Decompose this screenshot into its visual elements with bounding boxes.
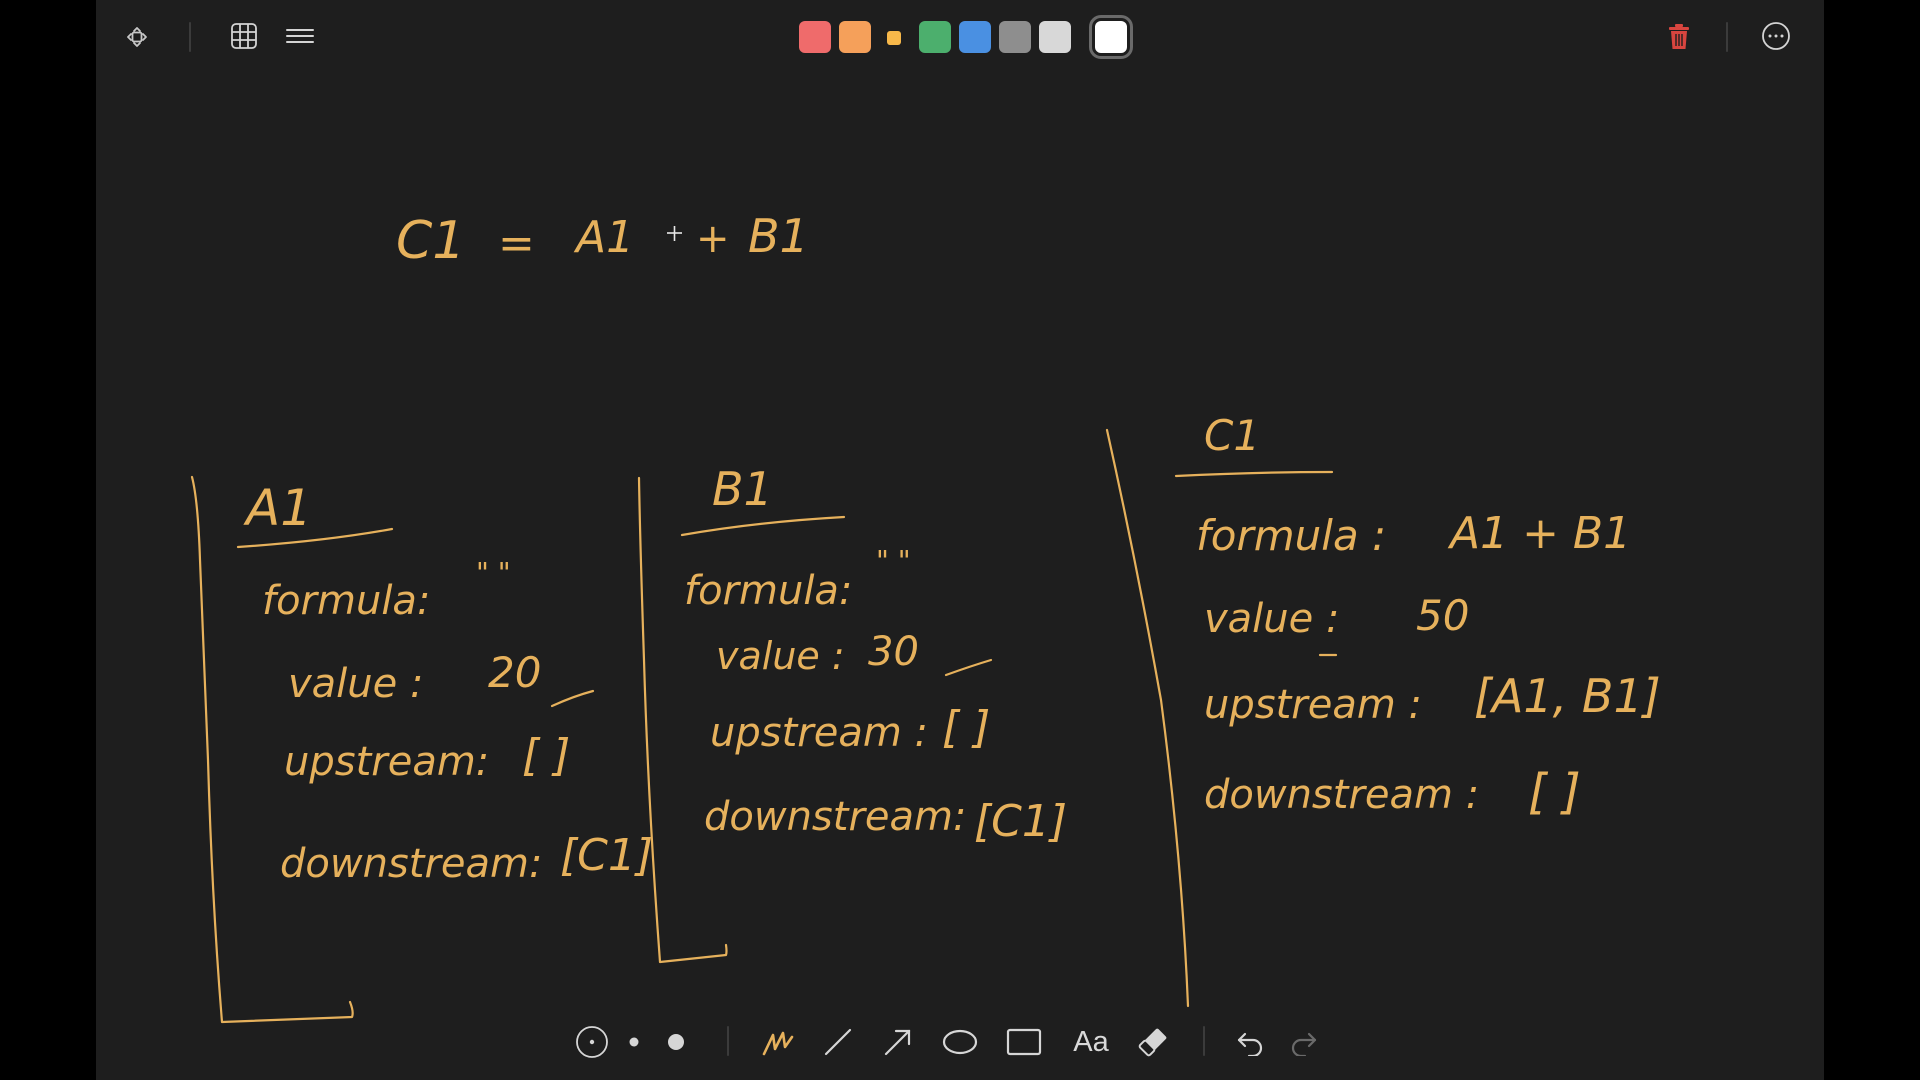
cell-c1-formula-label: formula : — [1196, 511, 1386, 560]
cell-b1-downstream: [C1] — [974, 796, 1067, 847]
cell-b1-underline — [680, 515, 846, 537]
cell-b1-upstream: [ ] — [942, 702, 990, 753]
rectangle-icon — [1006, 1028, 1042, 1056]
bottom-toolbar-divider — [727, 1026, 729, 1056]
stroke-size-large-button[interactable] — [662, 1024, 690, 1060]
cell-a1-downstream: [C1] — [560, 830, 653, 881]
pen-tool-button[interactable] — [758, 1024, 798, 1060]
cell-b1-upstream-label: upstream : — [710, 710, 928, 756]
scribble-pen-icon — [762, 1031, 794, 1056]
pen-size-large-icon — [668, 1034, 684, 1050]
formula-plus: + — [696, 216, 730, 262]
line-icon — [824, 1028, 852, 1056]
cell-a1-notes: A1 formula: " " value : 20 upstream: [ ]… — [236, 479, 653, 887]
bottom-toolbar-divider — [1203, 1026, 1205, 1056]
formula-lhs: C1 — [396, 211, 465, 271]
stroke-size-small-button[interactable] — [574, 1024, 610, 1060]
crosshair-cursor — [667, 226, 682, 241]
formula-operand-b: B1 — [748, 209, 809, 263]
stroke-size-medium-button[interactable] — [622, 1024, 646, 1060]
ink-divider-b1-c1 — [1105, 428, 1190, 1008]
cell-b1-notes: B1 formula: " " value : 30 upstream : [ … — [680, 462, 1067, 847]
cell-a1-upstream-label: upstream: — [284, 739, 489, 785]
drawing-canvas[interactable]: C1 = A1 + B1 A1 formula: " " value : 20 … — [96, 0, 1824, 1080]
ellipse-icon — [942, 1029, 978, 1055]
cell-c1-downstream: [ ] — [1528, 764, 1581, 820]
cell-a1-title: A1 — [243, 479, 312, 537]
eraser-icon — [1138, 1028, 1167, 1057]
cell-c1-value-label: value : — [1204, 596, 1339, 642]
cell-b1-value-mark — [944, 658, 993, 677]
cell-a1-upstream: [ ] — [522, 730, 570, 781]
line-tool-button[interactable] — [818, 1024, 858, 1060]
cell-a1-value-mark — [550, 689, 595, 708]
formula-operand-a: A1 — [573, 212, 634, 263]
arrow-icon — [884, 1029, 911, 1056]
redo-button[interactable] — [1284, 1024, 1324, 1060]
cell-c1-upstream: [A1, B1] — [1474, 669, 1661, 723]
cell-a1-downstream-label: downstream: — [280, 841, 542, 887]
cell-c1-formula-value: A1 + B1 — [1447, 508, 1631, 559]
cell-c1-upstream-label: upstream : — [1204, 682, 1422, 728]
cell-c1-title: C1 — [1204, 411, 1260, 460]
arrow-tool-button[interactable] — [878, 1024, 918, 1060]
cell-b1-value-label: value : — [716, 634, 845, 678]
cell-b1-title: B1 — [712, 462, 773, 516]
ellipse-tool-button[interactable] — [936, 1024, 984, 1060]
rectangle-tool-button[interactable] — [1000, 1024, 1048, 1060]
text-tool-button[interactable]: Aa — [1066, 1024, 1116, 1060]
undo-button[interactable] — [1230, 1024, 1270, 1060]
formula-equals: = — [498, 218, 535, 269]
cell-c1-downstream-label: downstream : — [1204, 772, 1479, 818]
undo-icon — [1237, 1032, 1263, 1056]
pen-size-small-icon — [576, 1026, 608, 1058]
eraser-tool-button[interactable] — [1132, 1024, 1174, 1060]
cell-c1-notes: C1 formula : A1 + B1 value : 50 upstream… — [1174, 411, 1661, 820]
cell-a1-value-label: value : — [288, 661, 423, 707]
cell-a1-formula-value: " " — [476, 556, 511, 589]
cell-a1-value: 20 — [488, 648, 541, 697]
cell-b1-value: 30 — [868, 629, 919, 675]
cell-a1-formula-label: formula: — [262, 578, 430, 624]
cell-b1-formula-value: " " — [876, 544, 911, 577]
cell-c1-value: 50 — [1416, 591, 1469, 640]
cell-b1-downstream-label: downstream: — [704, 794, 966, 840]
pen-size-medium-icon — [629, 1037, 639, 1047]
cell-c1-underline — [1174, 470, 1334, 478]
whiteboard-app: C1 = A1 + B1 A1 formula: " " value : 20 … — [96, 0, 1824, 1080]
redo-icon — [1291, 1032, 1317, 1056]
formula-line: C1 = A1 + B1 — [396, 209, 809, 271]
cell-b1-formula-label: formula: — [684, 568, 852, 614]
